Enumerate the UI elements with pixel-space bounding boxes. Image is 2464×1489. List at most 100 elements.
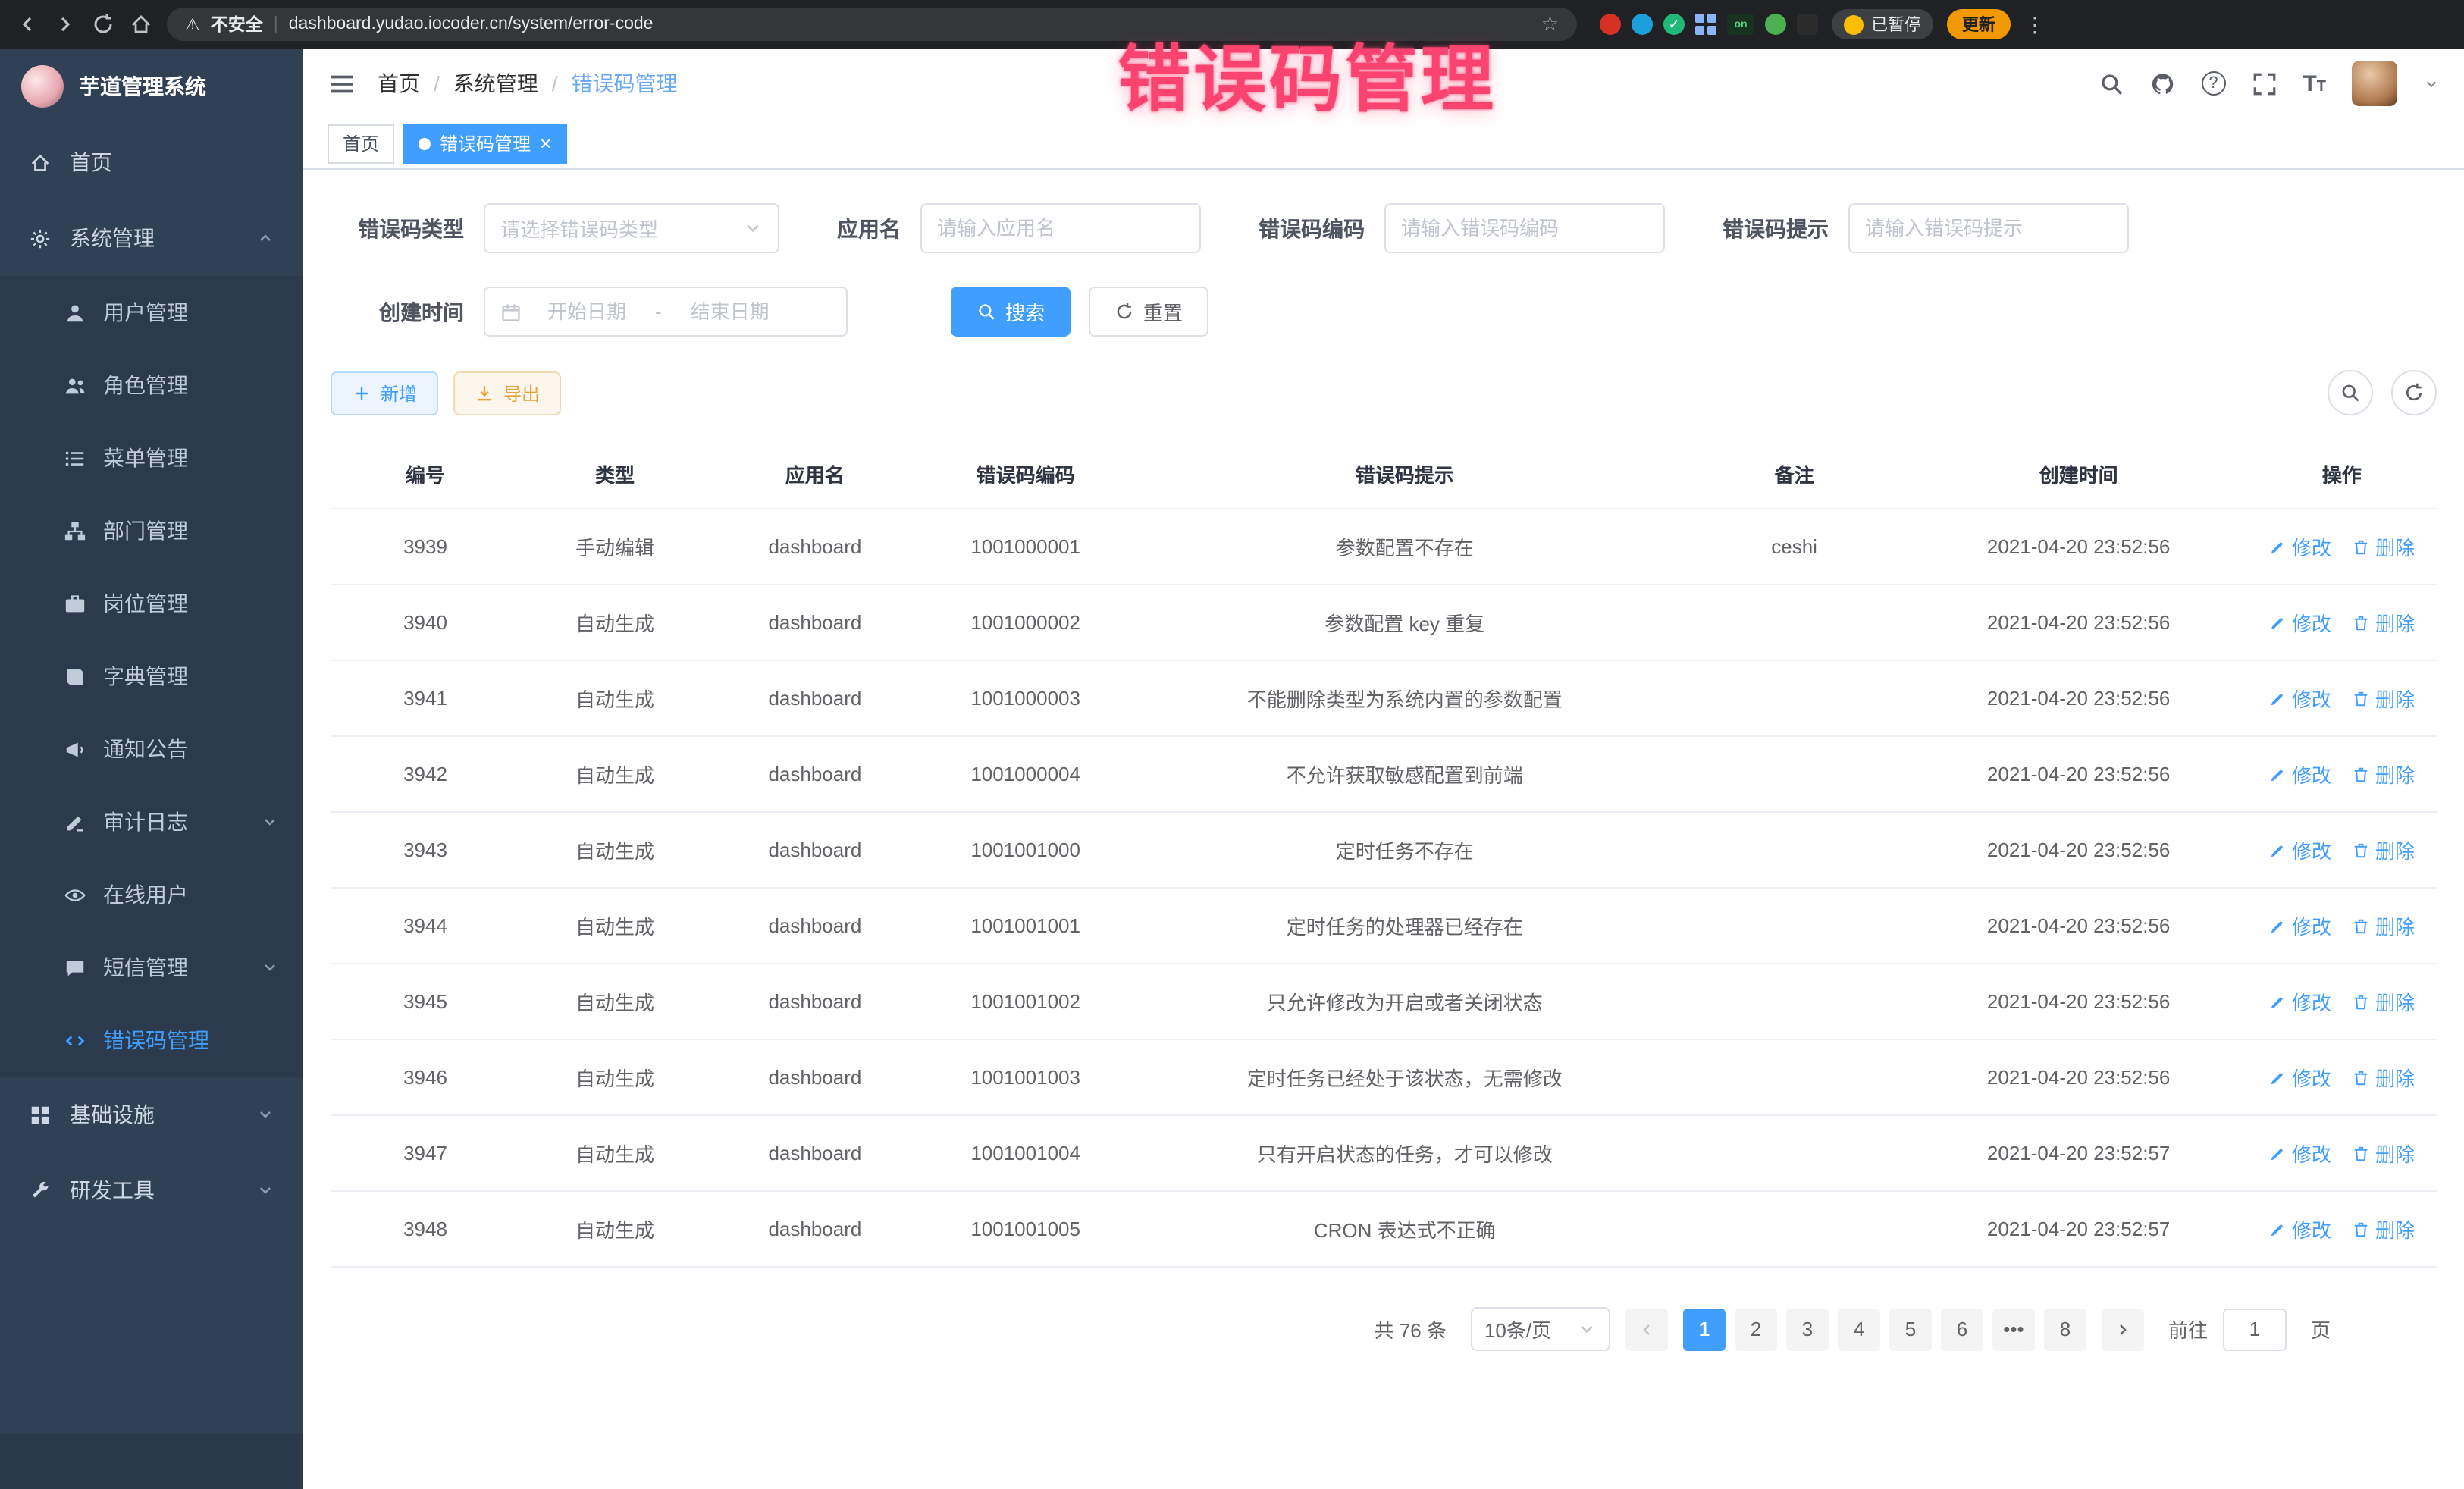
close-icon[interactable]: ×: [540, 133, 551, 153]
date-range-picker[interactable]: -: [484, 287, 848, 337]
edit-link[interactable]: 修改: [2269, 608, 2331, 637]
extensions-puzzle-icon[interactable]: [1797, 14, 1818, 35]
sidebar-item-system[interactable]: 系统管理: [0, 200, 303, 276]
browser-update-button[interactable]: 更新: [1947, 9, 2011, 39]
sidebar-item-notice[interactable]: 通知公告: [0, 713, 303, 785]
forward-icon[interactable]: [53, 12, 77, 36]
edit-link[interactable]: 修改: [2269, 835, 2331, 864]
sidebar-item-menu[interactable]: 菜单管理: [0, 422, 303, 494]
delete-link[interactable]: 删除: [2353, 911, 2415, 940]
sidebar-item-audit-log[interactable]: 审计日志: [0, 785, 303, 858]
end-date-input[interactable]: [674, 300, 786, 323]
delete-link[interactable]: 删除: [2353, 608, 2415, 637]
delete-link[interactable]: 删除: [2353, 835, 2415, 864]
sidebar-item-infra[interactable]: 基础设施: [0, 1077, 303, 1152]
add-button[interactable]: 新增: [331, 371, 438, 415]
reset-button[interactable]: 重置: [1089, 287, 1208, 337]
search-icon[interactable]: [2098, 71, 2124, 96]
breadcrumb-item[interactable]: 系统管理: [453, 68, 538, 99]
page-button-3[interactable]: 3: [1786, 1308, 1829, 1350]
sidebar-item-online-user[interactable]: 在线用户: [0, 858, 303, 931]
extension-toolbar: ✓ on: [1600, 14, 1818, 35]
delete-link[interactable]: 删除: [2353, 1215, 2415, 1243]
extension-icon-blue[interactable]: [1632, 14, 1653, 35]
sidebar-item-role[interactable]: 角色管理: [0, 349, 303, 422]
page-button-1[interactable]: 1: [1683, 1308, 1726, 1350]
edit-link[interactable]: 修改: [2269, 1139, 2331, 1168]
extension-icon-red[interactable]: [1600, 14, 1621, 35]
page-size-select[interactable]: 10条/页: [1471, 1307, 1610, 1351]
chevron-down-icon[interactable]: [2423, 75, 2440, 92]
delete-link[interactable]: 删除: [2353, 1063, 2415, 1092]
page-button-2[interactable]: 2: [1735, 1308, 1777, 1350]
font-size-icon[interactable]: TT: [2303, 71, 2326, 96]
toggle-search-button[interactable]: [2328, 370, 2373, 415]
start-date-input[interactable]: [531, 300, 643, 323]
bookmark-star-icon[interactable]: ☆: [1541, 12, 1559, 36]
extension-icon-on-badge[interactable]: on: [1727, 14, 1754, 35]
error-hint-input[interactable]: [1865, 217, 2112, 240]
sidebar-item-user[interactable]: 用户管理: [0, 276, 303, 349]
tab-首页[interactable]: 首页: [328, 124, 394, 163]
extension-icon-leaf[interactable]: [1765, 14, 1786, 35]
delete-link[interactable]: 删除: [2353, 760, 2415, 788]
edit-link[interactable]: 修改: [2269, 532, 2331, 561]
github-icon[interactable]: [2149, 71, 2175, 96]
reload-icon[interactable]: [91, 12, 115, 36]
main-area: 首页/系统管理/错误码管理 ? TT 首页错误码管理× 错误码类型: [303, 49, 2464, 1489]
edit-link[interactable]: 修改: [2269, 1215, 2331, 1243]
back-icon[interactable]: [15, 12, 39, 36]
sidebar-item-post[interactable]: 岗位管理: [0, 567, 303, 640]
sidebar-item-dict[interactable]: 字典管理: [0, 640, 303, 713]
page-button-6[interactable]: 6: [1941, 1308, 1983, 1350]
edit-link[interactable]: 修改: [2269, 911, 2331, 940]
search-button[interactable]: 搜索: [951, 287, 1071, 337]
cell-hint: CRON 表达式不正确: [1131, 1191, 1679, 1267]
sidebar-toggle-icon[interactable]: [328, 69, 356, 98]
extension-icon-grid[interactable]: [1695, 14, 1716, 35]
refresh-table-button[interactable]: [2391, 370, 2437, 415]
sidebar-item-label: 在线用户: [103, 879, 188, 910]
sidebar-item-error-code[interactable]: 错误码管理: [0, 1004, 303, 1077]
app-name-input[interactable]: [937, 217, 1184, 240]
page-button-8[interactable]: 8: [2044, 1308, 2086, 1350]
sidebar-item-dept[interactable]: 部门管理: [0, 494, 303, 567]
delete-link[interactable]: 删除: [2353, 1139, 2415, 1168]
page-ellipsis[interactable]: •••: [1992, 1308, 2035, 1350]
browser-home-icon[interactable]: [129, 12, 153, 36]
tab-错误码管理[interactable]: 错误码管理×: [403, 124, 566, 163]
sidebar-item-label: 审计日志: [103, 807, 188, 837]
page-button-5[interactable]: 5: [1889, 1308, 1932, 1350]
next-page-button[interactable]: [2102, 1308, 2144, 1350]
cell-app: dashboard: [710, 1191, 920, 1267]
profile-paused-badge[interactable]: 已暂停: [1832, 9, 1933, 39]
sidebar-item-sms[interactable]: 短信管理: [0, 931, 303, 1004]
error-code-input[interactable]: [1401, 217, 1648, 240]
delete-link[interactable]: 删除: [2353, 532, 2415, 561]
export-button[interactable]: 导出: [453, 371, 561, 415]
edit-link[interactable]: 修改: [2269, 987, 2331, 1016]
edit-label: 修改: [2292, 684, 2331, 713]
address-bar[interactable]: ⚠ 不安全 | dashboard.yudao.iocoder.cn/syste…: [167, 8, 1577, 41]
extension-icon-green-check[interactable]: ✓: [1663, 14, 1685, 35]
breadcrumb-item[interactable]: 错误码管理: [572, 68, 678, 99]
cell-hint: 定时任务的处理器已经存在: [1131, 888, 1679, 964]
delete-link[interactable]: 删除: [2353, 987, 2415, 1016]
cell-actions: 修改删除: [2247, 812, 2437, 888]
browser-menu-icon[interactable]: ⋮: [2024, 11, 2045, 37]
cell-hint: 只允许修改为开启或者关闭状态: [1131, 964, 1679, 1039]
page-button-4[interactable]: 4: [1838, 1308, 1880, 1350]
prev-page-button[interactable]: [1625, 1308, 1668, 1350]
edit-link[interactable]: 修改: [2269, 760, 2331, 788]
edit-link[interactable]: 修改: [2269, 684, 2331, 713]
error-type-select[interactable]: 请选择错误码类型: [484, 203, 779, 253]
fullscreen-icon[interactable]: [2251, 71, 2277, 96]
help-icon[interactable]: ?: [2201, 71, 2225, 96]
goto-page-input[interactable]: [2223, 1308, 2287, 1350]
delete-link[interactable]: 删除: [2353, 684, 2415, 713]
breadcrumb-item[interactable]: 首页: [378, 68, 420, 99]
sidebar-item-home[interactable]: 首页: [0, 124, 303, 200]
avatar[interactable]: [2352, 61, 2397, 106]
sidebar-item-devtools[interactable]: 研发工具: [0, 1152, 303, 1228]
edit-link[interactable]: 修改: [2269, 1063, 2331, 1092]
